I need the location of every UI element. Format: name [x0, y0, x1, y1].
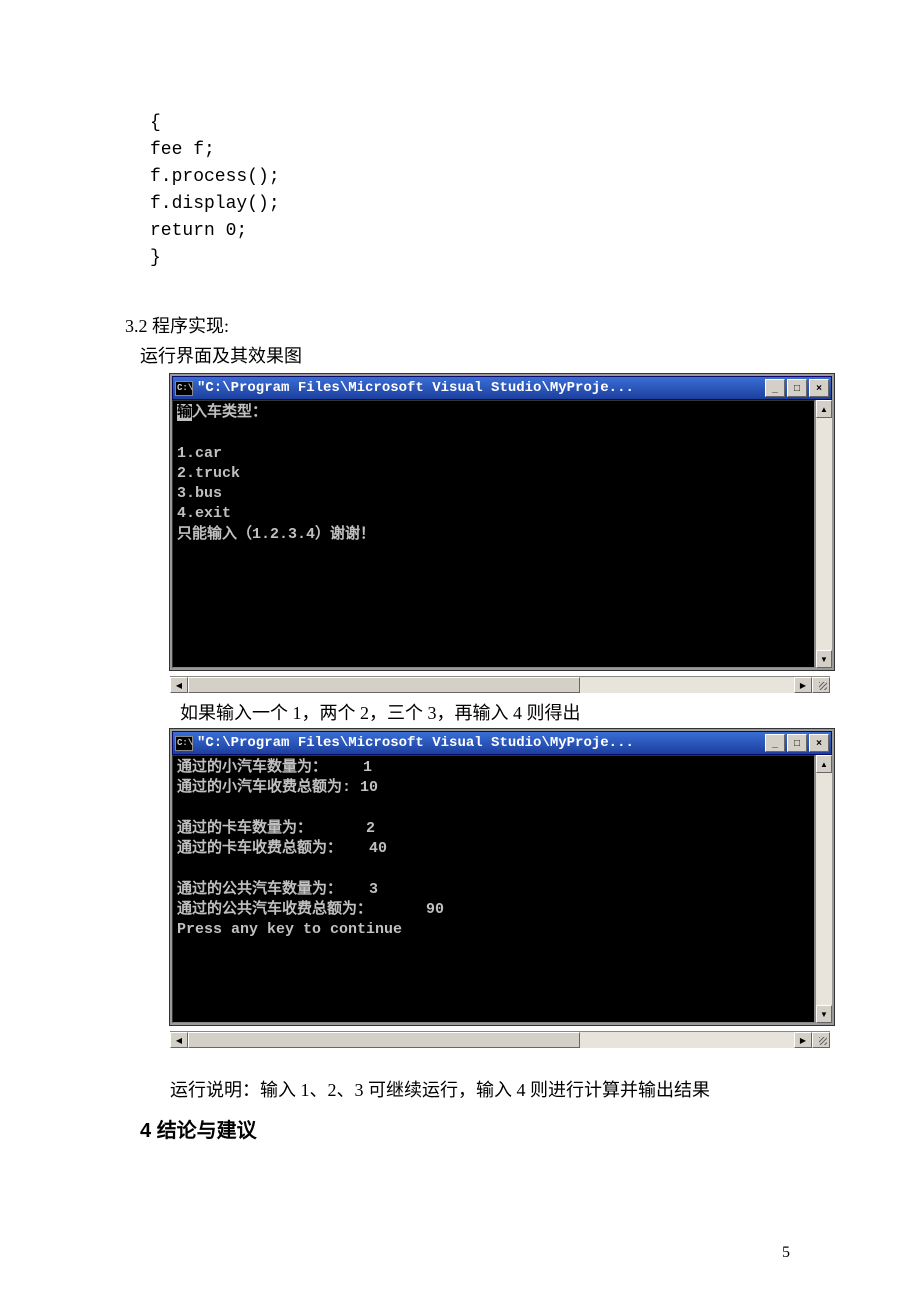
code-line: return 0;	[150, 221, 247, 241]
scroll-thumb[interactable]	[188, 677, 580, 693]
section-heading-32: 3.2 程序实现:	[125, 312, 805, 338]
heading-4: 4 结论与建议	[140, 1114, 805, 1143]
code-line: {	[150, 113, 161, 133]
code-line: f.process();	[150, 167, 280, 187]
close-button[interactable]: ×	[809, 734, 829, 752]
console-window-2: C:\ "C:\Program Files\Microsoft Visual S…	[170, 729, 834, 1025]
mid-description: 如果输入一个 1，两个 2，三个 3，再输入 4 则得出	[180, 699, 805, 725]
code-block: { fee f; f.process(); f.display(); retur…	[150, 110, 805, 272]
scroll-up-button[interactable]: ▲	[816, 400, 832, 418]
scroll-up-button[interactable]: ▲	[816, 755, 832, 773]
scroll-right-button[interactable]: ▶	[794, 1032, 812, 1048]
scroll-thumb[interactable]	[188, 1032, 580, 1048]
cmd-icon: C:\	[175, 381, 193, 396]
minimize-button[interactable]: _	[765, 734, 785, 752]
code-line: fee f;	[150, 140, 215, 160]
scroll-track[interactable]	[816, 418, 832, 650]
minimize-button[interactable]: _	[765, 379, 785, 397]
console-output[interactable]: 输入车类型： 1.car 2.truck 3.bus 4.exit 只能输入（1…	[172, 400, 815, 668]
code-line: }	[150, 248, 161, 268]
window-title: "C:\Program Files\Microsoft Visual Studi…	[197, 380, 765, 396]
section-subtext: 运行界面及其效果图	[140, 342, 805, 368]
horizontal-scrollbar-1[interactable]: ◀ ▶	[170, 676, 830, 693]
maximize-button[interactable]: □	[787, 734, 807, 752]
scroll-left-button[interactable]: ◀	[170, 1032, 188, 1048]
horizontal-scrollbar-2[interactable]: ◀ ▶	[170, 1031, 830, 1048]
resize-grip[interactable]	[812, 677, 830, 693]
scroll-right-button[interactable]: ▶	[794, 677, 812, 693]
window-title: "C:\Program Files\Microsoft Visual Studi…	[197, 735, 765, 751]
scroll-track[interactable]	[580, 677, 794, 693]
code-line: f.display();	[150, 194, 280, 214]
titlebar[interactable]: C:\ "C:\Program Files\Microsoft Visual S…	[172, 731, 832, 755]
maximize-button[interactable]: □	[787, 379, 807, 397]
page-number: 5	[782, 1244, 790, 1262]
cmd-icon: C:\	[175, 736, 193, 751]
run-note: 运行说明：输入 1、2、3 可继续运行，输入 4 则进行计算并输出结果	[170, 1076, 805, 1102]
scroll-left-button[interactable]: ◀	[170, 677, 188, 693]
scroll-track[interactable]	[816, 773, 832, 1005]
scroll-down-button[interactable]: ▼	[816, 1005, 832, 1023]
scroll-track[interactable]	[580, 1032, 794, 1048]
scroll-down-button[interactable]: ▼	[816, 650, 832, 668]
console-output[interactable]: 通过的小汽车数量为： 1 通过的小汽车收费总额为: 10 通过的卡车数量为： 2…	[172, 755, 815, 1023]
close-button[interactable]: ×	[809, 379, 829, 397]
resize-grip[interactable]	[812, 1032, 830, 1048]
titlebar[interactable]: C:\ "C:\Program Files\Microsoft Visual S…	[172, 376, 832, 400]
vertical-scrollbar[interactable]: ▲ ▼	[815, 755, 832, 1023]
vertical-scrollbar[interactable]: ▲ ▼	[815, 400, 832, 668]
console-window-1: C:\ "C:\Program Files\Microsoft Visual S…	[170, 374, 834, 670]
